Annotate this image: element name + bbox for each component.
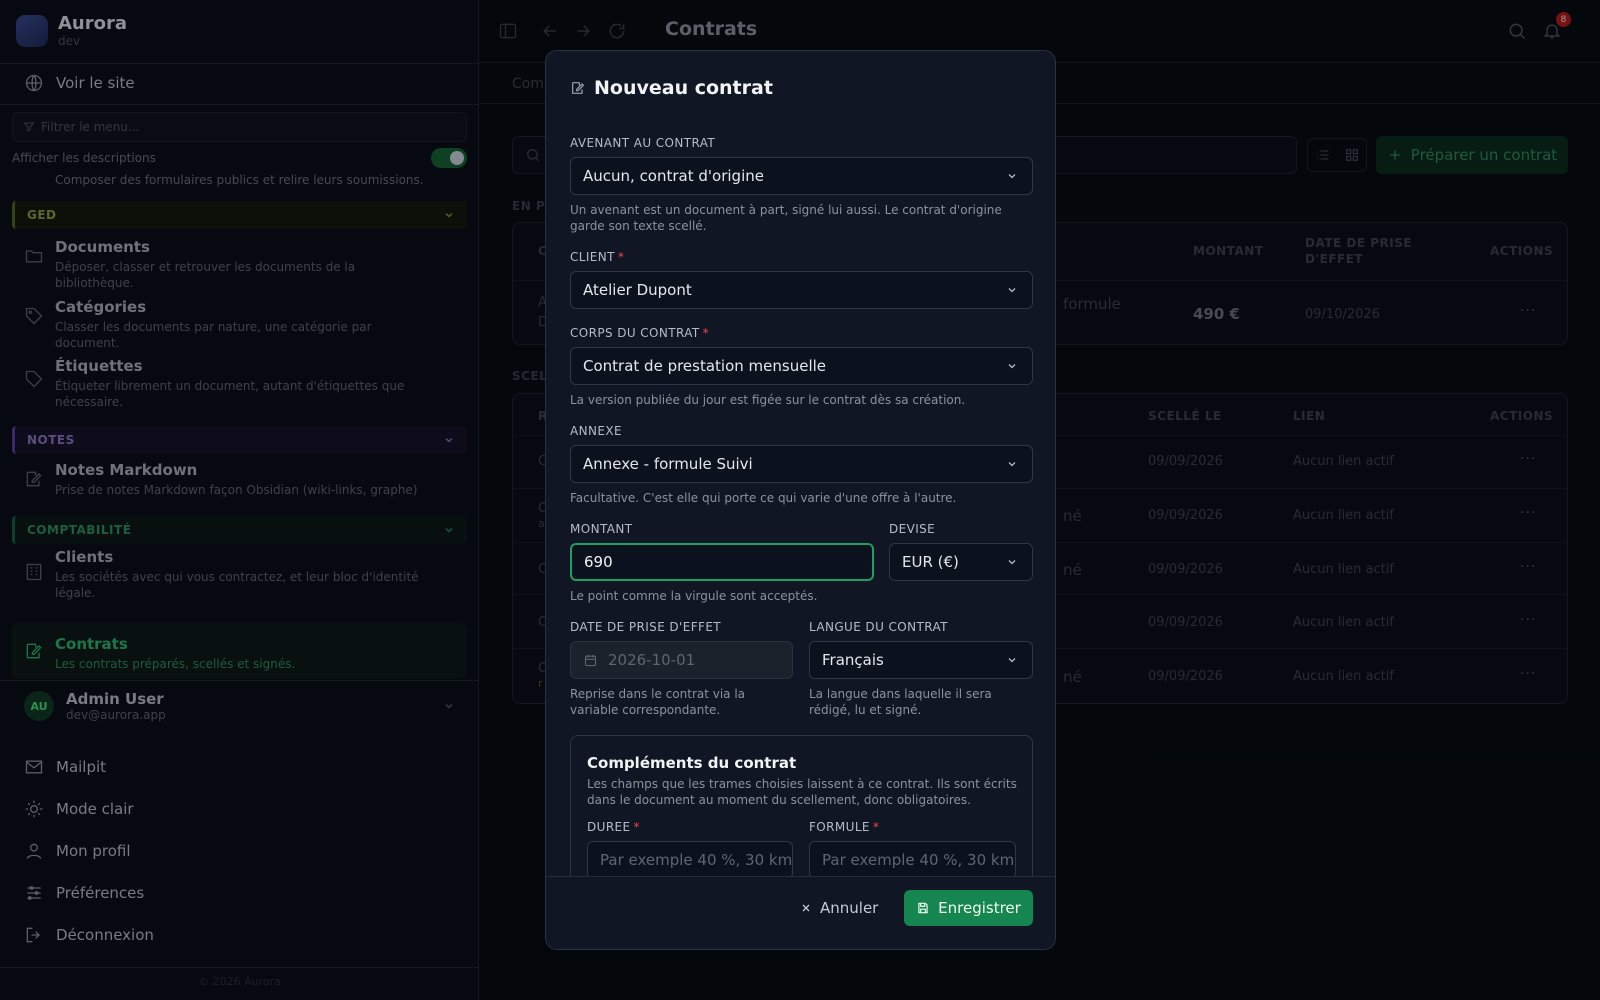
modal-title: Nouveau contrat [570, 77, 773, 99]
duree-label: DUREE * [587, 820, 640, 834]
save-button[interactable]: Enregistrer [904, 890, 1033, 926]
close-icon [800, 902, 812, 914]
chevron-down-icon [1006, 170, 1018, 182]
annexe-select[interactable]: Annexe - formule Suivi [570, 445, 1033, 483]
avenant-select[interactable]: Aucun, contrat d'origine [570, 157, 1033, 195]
formule-label: FORMULE * [809, 820, 880, 834]
client-value: Atelier Dupont [583, 281, 692, 299]
chevron-down-icon [1006, 556, 1018, 568]
annexe-hint: Facultative. C'est elle qui porte ce qui… [570, 491, 957, 505]
montant-hint: Le point comme la virgule sont acceptés. [570, 589, 818, 603]
modal-footer: Annuler Enregistrer [546, 876, 1055, 949]
avenant-hint: Un avenant est un document à part, signé… [570, 203, 1002, 233]
chevron-down-icon [1006, 284, 1018, 296]
devise-value: EUR (€) [902, 553, 959, 571]
langue-value: Français [822, 651, 884, 669]
date-label: DATE DE PRISE D'EFFET [570, 620, 722, 634]
langue-select[interactable]: Français [809, 641, 1033, 679]
langue-hint: La langue dans laquelle il sera rédigé, … [809, 687, 992, 717]
chevron-down-icon [1006, 360, 1018, 372]
formule-input[interactable]: Par exemple 40 %, 30 km, c [809, 841, 1016, 879]
devise-select[interactable]: EUR (€) [889, 543, 1033, 581]
cancel-button[interactable]: Annuler [800, 890, 878, 926]
montant-label: MONTANT [570, 522, 633, 536]
corps-hint: La version publiée du jour est figée sur… [570, 393, 966, 407]
chevron-down-icon [1006, 654, 1018, 666]
edit-contract-icon [570, 80, 586, 96]
save-label: Enregistrer [938, 899, 1021, 917]
corps-value: Contrat de prestation mensuelle [583, 357, 827, 375]
calendar-icon [583, 653, 598, 668]
annexe-value: Annexe - formule Suivi [583, 455, 753, 473]
langue-label: LANGUE DU CONTRAT [809, 620, 948, 634]
avenant-label: AVENANT AU CONTRAT [570, 136, 716, 150]
duree-input[interactable]: Par exemple 40 %, 30 km, c [587, 841, 793, 879]
complements-title: Compléments du contrat [587, 754, 797, 772]
complements-desc: Les champs que les trames choisies laiss… [587, 777, 1017, 807]
chevron-down-icon [1006, 458, 1018, 470]
client-select[interactable]: Atelier Dupont [570, 271, 1033, 309]
annexe-label: ANNEXE [570, 424, 622, 438]
client-label: CLIENT * [570, 250, 625, 264]
save-icon [916, 901, 930, 915]
modal-title-text: Nouveau contrat [594, 77, 773, 99]
avenant-value: Aucun, contrat d'origine [583, 167, 764, 185]
date-input[interactable]: 2026-10-01 [570, 641, 793, 679]
formule-placeholder: Par exemple 40 %, 30 km, c [822, 851, 1016, 869]
corps-select[interactable]: Contrat de prestation mensuelle [570, 347, 1033, 385]
duree-placeholder: Par exemple 40 %, 30 km, c [600, 851, 793, 869]
devise-label: DEVISE [889, 522, 936, 536]
montant-input[interactable]: 690 [570, 543, 874, 581]
cancel-label: Annuler [820, 899, 879, 917]
corps-label: CORPS DU CONTRAT * [570, 326, 710, 340]
new-contract-modal: Nouveau contrat AVENANT AU CONTRAT Aucun… [545, 50, 1056, 950]
date-hint: Reprise dans le contrat via la variable … [570, 687, 746, 717]
date-value: 2026-10-01 [608, 651, 696, 669]
montant-value: 690 [584, 553, 613, 571]
